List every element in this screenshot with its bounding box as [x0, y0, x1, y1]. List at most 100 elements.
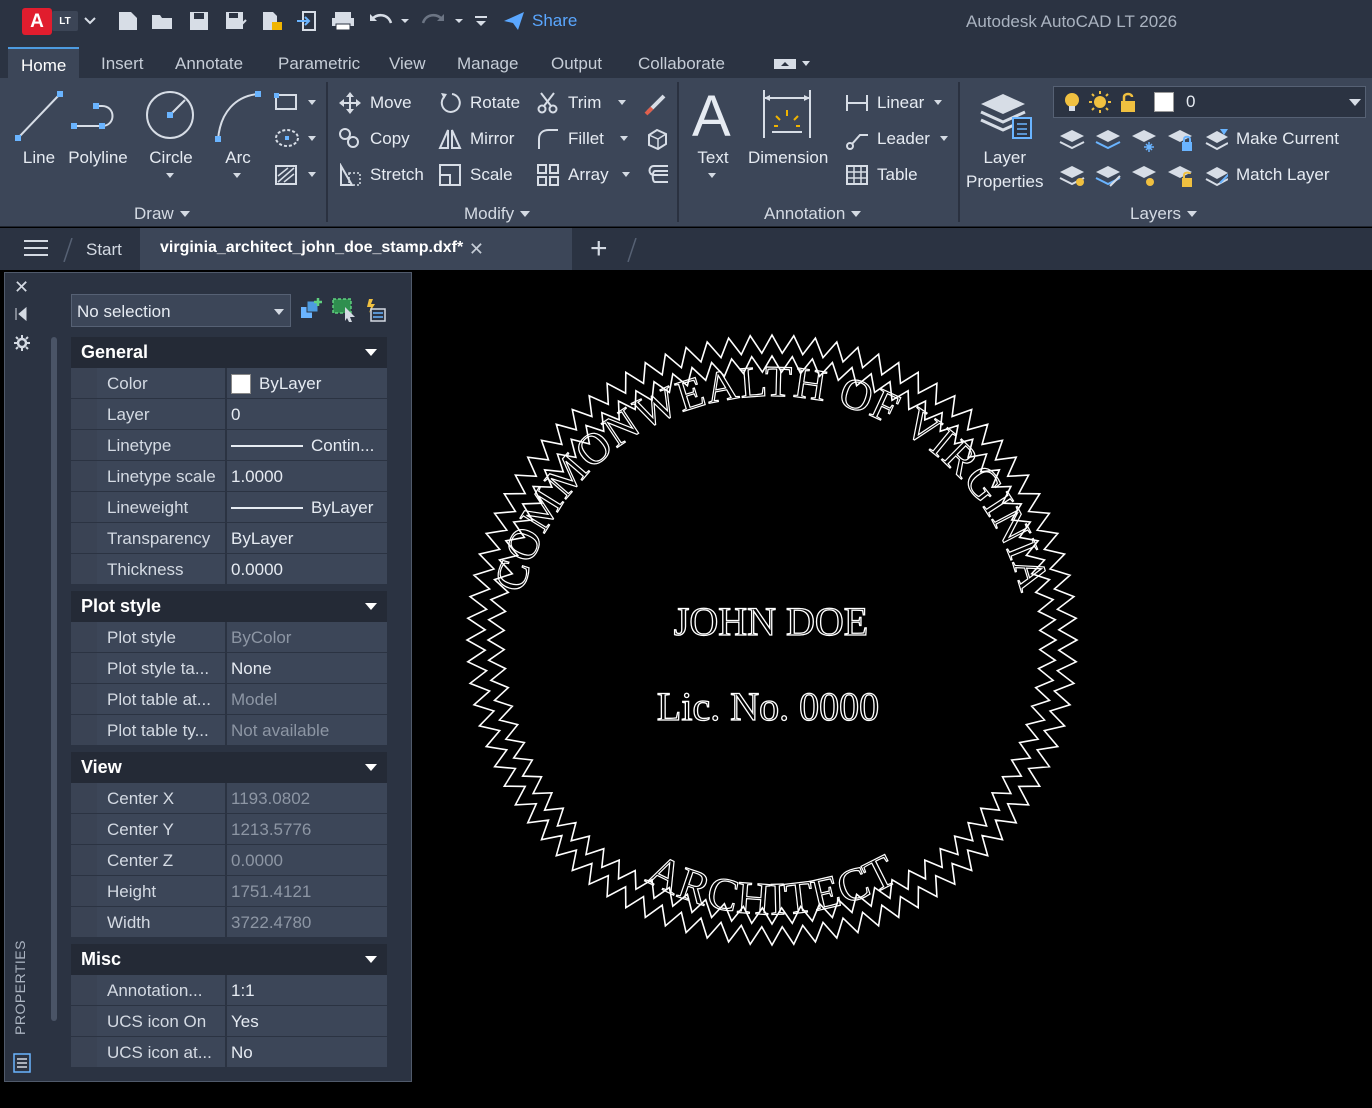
section-general-header[interactable]: General: [71, 337, 387, 368]
new-file-icon[interactable]: [116, 8, 140, 34]
table-button[interactable]: Table: [845, 163, 918, 187]
property-row-ucs-icon-at-origin[interactable]: UCS icon at... No: [71, 1037, 387, 1068]
scale-button[interactable]: Scale: [438, 163, 513, 187]
close-icon[interactable]: ✕: [14, 277, 29, 298]
copy-button[interactable]: Copy: [338, 127, 410, 151]
property-row-center-x[interactable]: Center X 1193.0802: [71, 783, 387, 814]
linear-dimension-button[interactable]: Linear: [845, 91, 924, 115]
mirror-button[interactable]: Mirror: [438, 127, 514, 151]
offset-icon[interactable]: [644, 162, 670, 193]
rectangle-dropdown-icon[interactable]: [308, 100, 316, 105]
hamburger-menu-icon[interactable]: [24, 240, 48, 258]
property-row-center-y[interactable]: Center Y 1213.5776: [71, 814, 387, 845]
explode-icon[interactable]: [644, 126, 670, 157]
rotate-button[interactable]: Rotate: [438, 91, 520, 115]
open-web-icon[interactable]: [260, 8, 284, 34]
property-row-color[interactable]: Color ByLayer: [71, 368, 387, 399]
fillet-dropdown-icon[interactable]: [620, 136, 628, 141]
text-dropdown-icon[interactable]: [708, 173, 716, 178]
property-row-ucs-icon-on[interactable]: UCS icon On Yes: [71, 1006, 387, 1037]
auto-hide-icon[interactable]: [14, 306, 28, 326]
layer-properties-button[interactable]: Layer Properties: [966, 88, 1043, 194]
property-row-plot-style-table[interactable]: Plot style ta... None: [71, 653, 387, 684]
circle-button[interactable]: Circle: [143, 88, 199, 168]
customize-toolbar-icon[interactable]: [474, 8, 488, 34]
property-row-transparency[interactable]: Transparency ByLayer: [71, 523, 387, 554]
leader-dropdown-icon[interactable]: [940, 136, 948, 141]
stretch-button[interactable]: Stretch: [338, 163, 424, 187]
property-row-width[interactable]: Width 3722.4780: [71, 907, 387, 938]
layers-panel-title[interactable]: Layers: [1130, 204, 1198, 224]
hatch-dropdown-icon[interactable]: [308, 172, 316, 177]
property-row-plot-style[interactable]: Plot style ByColor: [71, 622, 387, 653]
section-plot-style-header[interactable]: Plot style: [71, 591, 387, 622]
palette-menu-icon[interactable]: [13, 1053, 31, 1078]
leader-button[interactable]: Leader: [845, 127, 930, 151]
make-current-button[interactable]: Make Current: [1204, 127, 1339, 151]
property-row-plot-table-type[interactable]: Plot table ty... Not available: [71, 715, 387, 746]
properties-scrollbar[interactable]: [51, 337, 57, 1021]
line-button[interactable]: Line: [14, 88, 64, 168]
property-row-layer[interactable]: Layer 0: [71, 399, 387, 430]
select-objects-icon[interactable]: [331, 297, 357, 323]
layer-off-icon[interactable]: [1058, 126, 1086, 157]
open-folder-icon[interactable]: [150, 8, 176, 34]
new-tab-plus-icon[interactable]: +: [590, 232, 608, 266]
move-button[interactable]: Move: [338, 91, 412, 115]
rectangle-icon[interactable]: [274, 92, 300, 117]
undo-icon[interactable]: [368, 8, 394, 34]
app-logo[interactable]: A: [22, 8, 52, 35]
layer-isolate-icon[interactable]: [1094, 126, 1122, 157]
tab-annotate[interactable]: Annotate: [175, 54, 243, 74]
match-layer-button[interactable]: Match Layer: [1204, 163, 1330, 187]
hatch-icon[interactable]: [274, 164, 300, 191]
trim-button[interactable]: Trim: [536, 91, 601, 115]
draw-panel-title[interactable]: Draw: [134, 204, 190, 224]
plot-icon[interactable]: [330, 8, 356, 34]
erase-icon[interactable]: [644, 90, 670, 121]
layer-dropdown[interactable]: 0: [1053, 86, 1366, 118]
selection-dropdown[interactable]: No selection: [71, 294, 291, 327]
tab-home[interactable]: Home: [8, 47, 80, 78]
ribbon-display-options-icon[interactable]: [774, 58, 810, 70]
section-view-header[interactable]: View: [71, 752, 387, 783]
property-row-annotation-scale[interactable]: Annotation... 1:1: [71, 975, 387, 1006]
tab-output[interactable]: Output: [551, 54, 602, 74]
property-row-thickness[interactable]: Thickness 0.0000: [71, 554, 387, 585]
share-drawing-icon[interactable]: [296, 8, 320, 34]
fillet-button[interactable]: Fillet: [536, 127, 604, 151]
tab-collaborate[interactable]: Collaborate: [638, 54, 725, 74]
array-button[interactable]: Array: [536, 163, 609, 187]
layer-freeze-icon[interactable]: [1130, 126, 1158, 157]
toggle-pickadd-icon[interactable]: [299, 297, 325, 323]
property-row-plot-table-attached[interactable]: Plot table at... Model: [71, 684, 387, 715]
array-dropdown-icon[interactable]: [622, 172, 630, 177]
undo-dropdown-icon[interactable]: [400, 8, 410, 34]
arc-button[interactable]: Arc: [212, 88, 264, 168]
layer-lock-icon[interactable]: [1166, 126, 1194, 157]
save-as-icon[interactable]: [224, 8, 248, 34]
save-icon[interactable]: [188, 8, 210, 34]
text-button[interactable]: A Text: [690, 86, 736, 168]
tab-view[interactable]: View: [389, 54, 426, 74]
property-row-linetype-scale[interactable]: Linetype scale 1.0000: [71, 461, 387, 492]
property-row-lineweight[interactable]: Lineweight ByLayer: [71, 492, 387, 523]
redo-dropdown-icon[interactable]: [454, 8, 464, 34]
layer-unlock-icon[interactable]: [1166, 162, 1194, 193]
dimension-button[interactable]: Dimension: [748, 88, 828, 168]
close-icon[interactable]: ✕: [469, 239, 484, 260]
tab-manage[interactable]: Manage: [457, 54, 518, 74]
modify-panel-title[interactable]: Modify: [464, 204, 531, 224]
linear-dropdown-icon[interactable]: [934, 100, 942, 105]
app-menu-chevron-icon[interactable]: [84, 8, 96, 34]
property-row-height[interactable]: Height 1751.4121: [71, 876, 387, 907]
drawing-canvas[interactable]: COMMONWEALTH OF VIRGINIA ARCHITECT JOHN …: [412, 270, 1372, 1108]
share-button[interactable]: Share: [502, 10, 577, 32]
ellipse-icon[interactable]: [274, 128, 300, 153]
tab-insert[interactable]: Insert: [101, 54, 144, 74]
polyline-button[interactable]: Polyline: [68, 88, 128, 168]
layer-unisolate-icon[interactable]: [1094, 162, 1122, 193]
annotation-panel-title[interactable]: Annotation: [764, 204, 862, 224]
properties-gear-icon[interactable]: [14, 335, 30, 356]
arc-dropdown-icon[interactable]: [233, 173, 241, 178]
